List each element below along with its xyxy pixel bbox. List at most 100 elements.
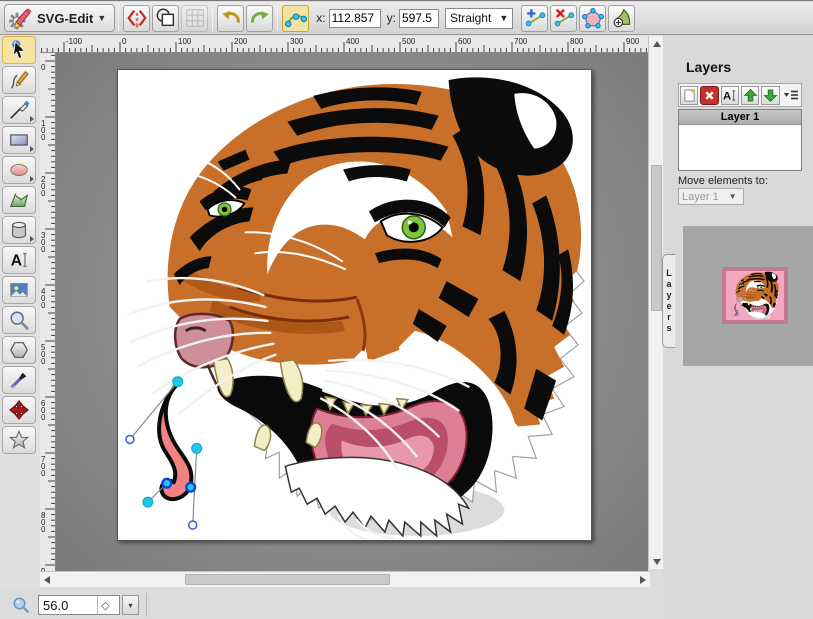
undo-icon [220,7,242,29]
main-menu-label: SVG-Edit [37,11,93,26]
overlapping-shapes-icon [155,7,177,29]
horizontal-scroll-thumb[interactable] [185,574,390,585]
move-layer-up-button[interactable] [741,86,759,105]
zoom-preset-dropdown-button[interactable]: ▾ [122,595,139,615]
svg-text:0: 0 [41,357,46,366]
tool-button-image[interactable] [2,276,36,304]
svg-text:0: 0 [41,301,46,310]
svg-text:-100: -100 [66,37,83,46]
new-layer-button[interactable] [680,86,698,105]
tool-button-path[interactable] [2,186,36,214]
tool-button-polygon[interactable] [2,336,36,364]
select-tool-icon [8,39,30,61]
toolbar-separator [277,5,278,31]
vertical-scrollbar[interactable] [648,36,663,569]
horizontal-scrollbar[interactable] [40,571,650,587]
toolbar-separator [212,5,213,31]
eyedropper-tool-icon [8,369,30,391]
zoom-level-input[interactable] [39,598,97,613]
tool-button-rectangle[interactable] [2,126,36,154]
left-tool-palette: A [0,35,40,619]
thumbnail-image [726,271,784,320]
drawing-workspace[interactable] [56,53,648,571]
grid-icon [184,7,206,29]
move-elements-label: Move elements to: [678,175,768,187]
move-layer-down-button[interactable] [761,86,779,105]
svg-text:800: 800 [570,37,584,46]
layers-panel: Layers Layers A [663,35,813,619]
layers-tab-label: Layers [664,268,674,334]
layers-panel-toggle-tab[interactable]: Layers [662,254,675,348]
delete-node-icon [553,7,575,29]
rename-layer-button[interactable]: A [721,86,739,105]
y-coordinate-input[interactable] [399,9,439,28]
tool-button-eyedropper[interactable] [2,366,36,394]
svg-text:0: 0 [41,525,46,534]
scroll-left-button[interactable] [40,572,54,587]
svg-canvas[interactable] [117,69,592,541]
svg-text:300: 300 [290,37,304,46]
svg-text:0: 0 [41,189,46,198]
source-code-icon: s v g [126,7,148,29]
tool-button-star[interactable] [2,426,36,454]
tool-button-shape-library[interactable] [2,216,36,244]
y-coordinate-label: y: [387,11,396,25]
svg-text:500: 500 [402,37,416,46]
svg-text:0: 0 [122,37,127,46]
x-coordinate-input[interactable] [329,9,381,28]
cylinder-shape-icon [8,219,30,241]
edit-source-button[interactable]: s v g [123,5,150,32]
add-node-button[interactable] [521,5,548,32]
tool-button-connector[interactable] [2,396,36,424]
tool-button-line[interactable] [2,96,36,124]
rename-layer-icon: A [722,88,737,103]
tool-button-text[interactable]: A [2,246,36,274]
tool-button-zoom[interactable] [2,306,36,334]
scroll-right-button[interactable] [636,572,650,587]
polygon-tool-icon [8,339,30,361]
open-close-path-button[interactable] [579,5,606,32]
scroll-up-button[interactable] [649,36,664,51]
zoom-level-icon [12,596,30,614]
bottom-toolbar: ◇ ▾ [0,588,663,619]
link-control-points-toggle[interactable] [282,5,309,32]
layer-options-button[interactable] [782,86,800,105]
redo-button[interactable] [246,5,273,32]
svg-text:0: 0 [41,413,46,422]
move-elements-select[interactable]: Layer 1 ▼ [678,188,744,205]
main-menu-caret: ▼ [97,13,106,23]
arrow-down-icon [763,88,778,103]
delete-node-button[interactable] [550,5,577,32]
segment-type-select[interactable]: Straight ▼ [445,8,513,29]
move-elements-value: Layer 1 [682,191,719,203]
delete-layer-button[interactable] [700,86,718,105]
tiger-drawing[interactable] [118,70,591,540]
svg-text:400: 400 [346,37,360,46]
wireframe-shapes-button[interactable] [152,5,179,32]
horizontal-ruler: -1000100200300400500600700800900 [40,36,648,53]
path-nodes-pentagon-icon [582,7,604,29]
svg-text:0: 0 [41,133,46,142]
grid-button[interactable] [181,5,208,32]
text-tool-icon: A [8,249,30,271]
svg-text:100: 100 [178,37,192,46]
add-subpath-button[interactable] [608,5,635,32]
tool-button-select[interactable] [2,36,36,64]
svg-text:600: 600 [458,37,472,46]
tool-button-pencil[interactable] [2,66,36,94]
undo-button[interactable] [217,5,244,32]
layer-list: Layer 1 [678,109,802,171]
ellipse-tool-icon [8,159,30,181]
layer-row-layer1[interactable]: Layer 1 [679,110,801,125]
scroll-down-button[interactable] [649,554,664,569]
drawing-thumbnail[interactable] [722,267,788,324]
vertical-scroll-thumb[interactable] [651,165,662,311]
add-node-icon [524,7,546,29]
main-menu-button[interactable]: SVG-Edit ▼ [4,4,115,32]
redo-icon [249,7,271,29]
segment-type-caret: ▼ [499,13,508,23]
flyout-arrow-icon [30,146,34,152]
svg-text:0: 0 [41,469,46,478]
zoom-spinner-handle[interactable]: ◇ [97,596,113,614]
tool-button-ellipse[interactable] [2,156,36,184]
